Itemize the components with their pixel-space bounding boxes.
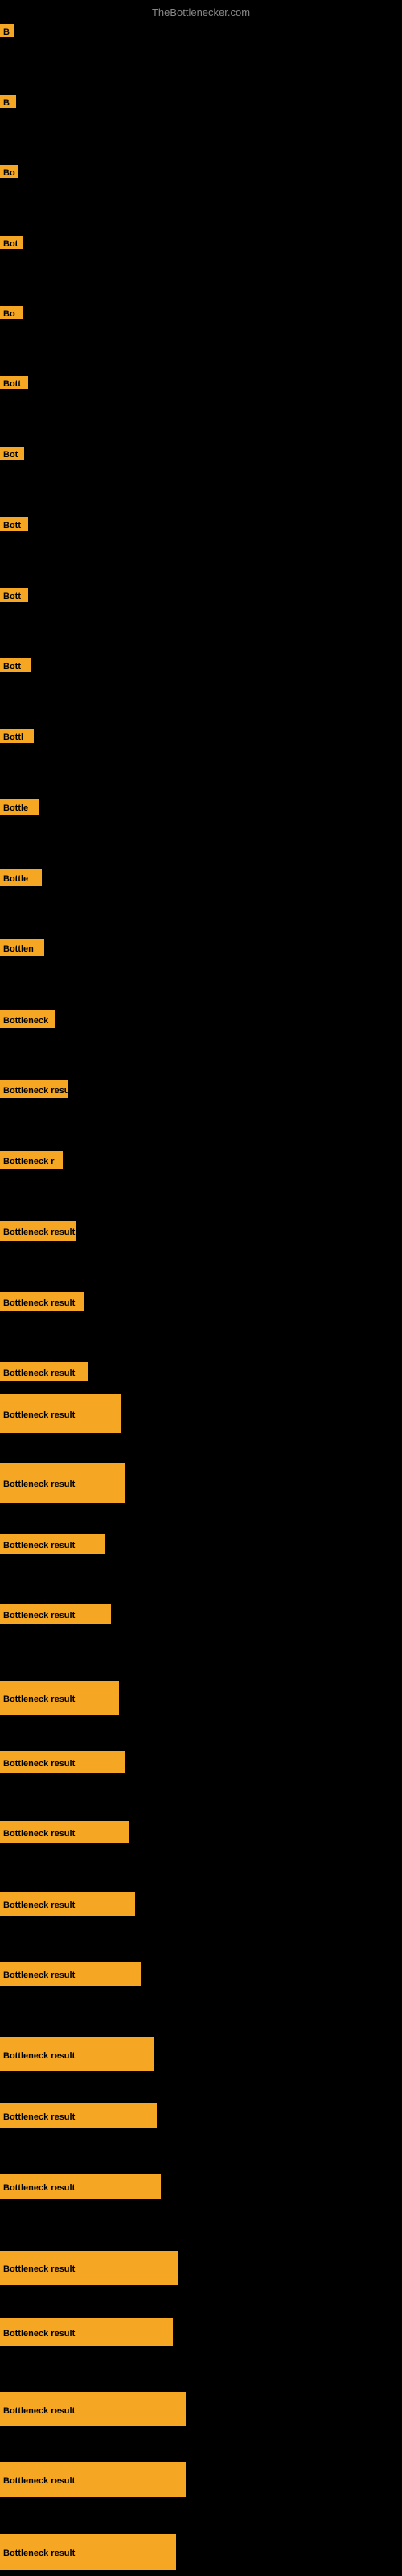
bottleneck-item: Bottleneck result (0, 1962, 141, 1986)
bottleneck-item: Bottleneck result (0, 2103, 157, 2128)
bottleneck-item: Bottleneck resu (0, 1080, 68, 1098)
bottleneck-item: Bottleneck result (0, 2037, 154, 2071)
bottleneck-item: Bottleneck result (0, 2392, 186, 2426)
bottleneck-item: Bot (0, 236, 23, 249)
bottleneck-item: Bottleneck result (0, 1892, 135, 1916)
bottleneck-item: Bottleneck result (0, 2462, 186, 2497)
bottleneck-item: Bo (0, 165, 18, 178)
site-title: TheBottlenecker.com (152, 6, 250, 19)
bottleneck-item: Bott (0, 658, 31, 672)
bottleneck-item: Bott (0, 376, 28, 389)
bottleneck-item: Bottleneck result (0, 1604, 111, 1624)
bottleneck-item: Bott (0, 588, 28, 602)
bottleneck-item: Bottleneck result (0, 1221, 76, 1241)
bottleneck-item: Bottleneck result (0, 1362, 88, 1381)
bottleneck-item: Bottleneck result (0, 1292, 84, 1311)
bottleneck-item: Bottleneck result (0, 1534, 105, 1554)
bottleneck-item: Bottleneck result (0, 2251, 178, 2285)
bottleneck-item: Bottleneck (0, 1010, 55, 1028)
bottleneck-item: B (0, 95, 16, 108)
bottleneck-item: Bottleneck result (0, 1751, 125, 1773)
bottleneck-item: Bottleneck r (0, 1151, 63, 1169)
bottleneck-item: Bottleneck result (0, 2318, 173, 2346)
bottleneck-item: Bottleneck result (0, 1463, 125, 1503)
bottleneck-item: Bottle (0, 799, 39, 815)
bottleneck-item: Bottl (0, 729, 34, 743)
bottleneck-item: Bottle (0, 869, 42, 886)
bottleneck-item: Bot (0, 447, 24, 460)
bottleneck-item: Bottleneck result (0, 1821, 129, 1843)
bottleneck-item: B (0, 24, 14, 37)
bottleneck-item: Bottleneck result (0, 1681, 119, 1715)
bottleneck-item: Bottleneck result (0, 2174, 161, 2199)
bottleneck-item: Bottleneck result (0, 1394, 121, 1433)
bottleneck-item: Bo (0, 306, 23, 319)
bottleneck-item: Bott (0, 517, 28, 531)
bottleneck-item: Bottleneck result (0, 2534, 176, 2570)
bottleneck-item: Bottlen (0, 939, 44, 956)
